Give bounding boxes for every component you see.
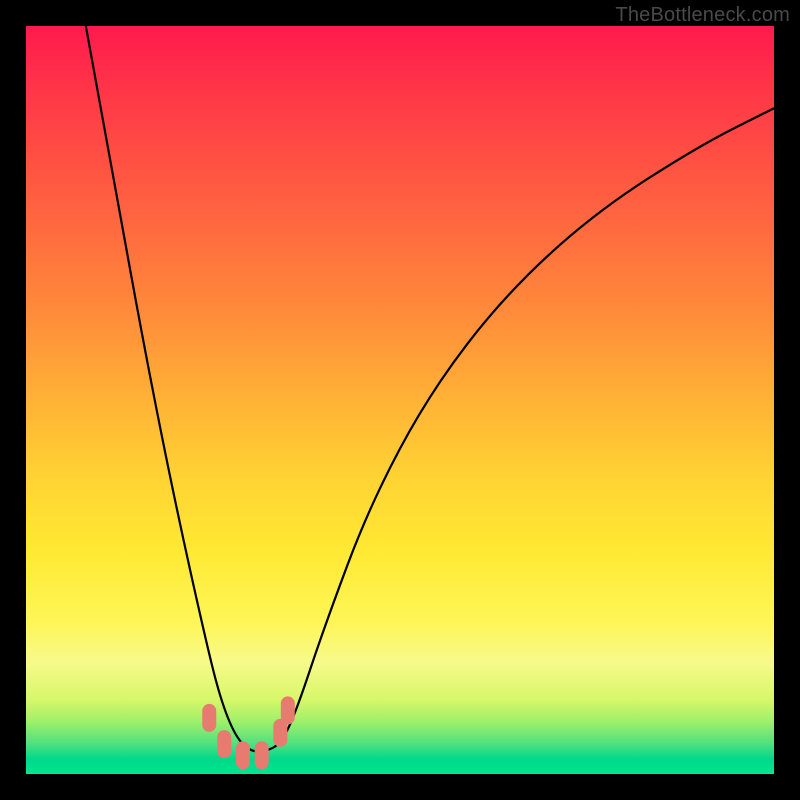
- watermark-text: TheBottleneck.com: [615, 4, 790, 27]
- curve-marker: [202, 704, 216, 732]
- curve-marker: [217, 730, 231, 758]
- chart-plot-area: [26, 26, 774, 774]
- curve-marker: [255, 741, 269, 769]
- bottleneck-curve-path: [86, 26, 774, 752]
- curve-markers: [202, 696, 295, 769]
- curve-marker: [236, 741, 250, 769]
- curve-marker: [281, 696, 295, 724]
- bottleneck-curve-svg: [26, 26, 774, 774]
